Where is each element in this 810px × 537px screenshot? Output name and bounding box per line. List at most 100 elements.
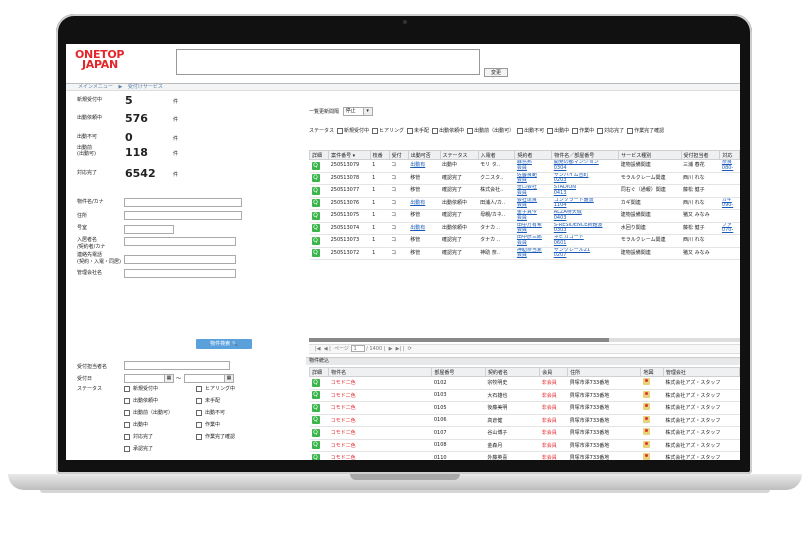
case-col-9[interactable]: サービス種別 (618, 150, 682, 160)
first-page-icon[interactable]: |◀ (315, 346, 321, 352)
status-checkbox-5[interactable]: 出動不可 (196, 409, 225, 416)
property-row[interactable]: Q コモド二色 0110 外藤英喜 非会員 貝塚市澤733番地 株式会社アズ・スタッフ (309, 451, 740, 460)
date-from-input[interactable]: ▦ (124, 374, 174, 383)
case-row[interactable]: Q 250513079 1 コ出動有 出動中 モリ タ.. 森島邦 会員 開発の都マンション 03… (309, 159, 740, 173)
property[interactable]: サンクレール21 0207 (551, 247, 619, 260)
status-checkbox-6[interactable]: 出動中 (124, 421, 148, 428)
last-page-icon[interactable]: ▶| (396, 346, 402, 352)
search-icon[interactable]: Q (311, 236, 320, 245)
search-input-3[interactable] (124, 237, 236, 246)
property[interactable]: コンソラート難波 1104 (551, 197, 619, 210)
status-checkbox-8[interactable]: 対応完了 (124, 433, 153, 440)
map-icon[interactable] (642, 428, 650, 436)
status-checkbox-0[interactable]: 新規受付中 (124, 385, 158, 392)
contractor[interactable]: 森島邦 会員 (514, 159, 552, 173)
case-row[interactable]: Q 250513076 1 コ出動有 出動依頼中 田浦人/カ.. 会社達良 会員 コンソラート難… (309, 197, 740, 210)
search-input-4[interactable] (124, 255, 236, 264)
property-row[interactable]: Q コモド二色 0102 宗牧明史 非会員 貝塚市澤733番地 株式会社アズ・スタッフ (309, 376, 740, 390)
map-icon[interactable] (642, 415, 650, 423)
case-col-7[interactable]: 契約者 (514, 150, 553, 160)
status-checkbox-7[interactable]: 作業中 (196, 421, 220, 428)
search-icon[interactable]: Q (311, 161, 320, 170)
property[interactable]: ALZA堺天城 0403 (551, 209, 619, 223)
case-col-6[interactable]: 入電者 (477, 150, 516, 160)
reception-input[interactable] (124, 361, 230, 370)
status-filter-9[interactable]: 作業完了確認 (627, 127, 664, 134)
search-icon[interactable]: Q (311, 174, 320, 183)
search-icon[interactable]: Q (311, 249, 320, 258)
case-row[interactable]: Q 250513072 1 コ移管 確認完了 神助 奈.. 神助奈当素 会員 サンクレール21 0… (309, 247, 740, 260)
property[interactable]: STADION 0413 (551, 184, 619, 198)
property-row[interactable]: Q コモド二色 0103 大石雄也 非会員 貝塚市澤733番地 株式会社アズ・スタッフ (309, 389, 740, 402)
status-checkbox-3[interactable]: 未手配 (196, 397, 220, 404)
case-col-0[interactable]: 詳細 (308, 150, 330, 160)
case-row[interactable]: Q 250513077 1 コ移管 確認完了 株式会社.. 笹口会社 会員 STADION 041… (309, 184, 740, 198)
search-icon[interactable]: Q (311, 416, 320, 425)
date-to-input[interactable]: ▦ (184, 374, 234, 383)
status-filter-7[interactable]: 作業中 (572, 127, 594, 134)
property[interactable]: サンハイム吉町 0203 (551, 172, 619, 185)
change-button[interactable]: 変更 (484, 68, 508, 77)
case-col-1[interactable]: 案件番号 ▾ (328, 150, 371, 160)
case-row[interactable]: Q 250513073 1 コ移管 確認完了 タナカ .. 田中彦三郎 会員 ネビカコート 060… (309, 234, 740, 248)
contractor[interactable]: 佐藤良範 会員 (514, 172, 552, 185)
dispatch[interactable]: 出動有 (408, 222, 441, 235)
property[interactable]: 開発の都マンション 0304 (551, 159, 619, 173)
case-row[interactable]: Q 250513074 1 コ出動有 出動依頼中 タナカ .. 田中万有希 会員 S-RESID… (309, 222, 740, 235)
status-filter-3[interactable]: 出動依頼中 (432, 127, 464, 134)
case-col-8[interactable]: 物件名／部屋番号 (551, 150, 620, 160)
case-col-4[interactable]: 出動可否 (407, 150, 441, 160)
search-icon[interactable]: Q (311, 391, 320, 400)
search-icon[interactable]: Q (311, 211, 320, 220)
property[interactable]: S-RESIDENCE新難波 0303 (551, 222, 619, 235)
search-icon[interactable]: Q (311, 453, 320, 460)
status-filter-8[interactable]: 対応完了 (597, 127, 624, 134)
calendar-icon[interactable]: ▦ (224, 375, 233, 382)
contractor[interactable]: 笹口会社 会員 (514, 184, 552, 198)
status-checkbox-4[interactable]: 出動前（出動可） (124, 409, 173, 416)
status-filter-1[interactable]: ヒアリング (372, 127, 404, 134)
map-icon[interactable] (642, 403, 650, 411)
status-filter-0[interactable]: 新規受付中 (337, 127, 369, 134)
status-filter-6[interactable]: 出動中 (547, 127, 569, 134)
refresh-icon[interactable]: ⟳ (408, 346, 412, 352)
status-filter-2[interactable]: 未手配 (407, 127, 429, 134)
case-col-11[interactable]: 対応 (719, 150, 740, 160)
map-icon[interactable] (642, 440, 650, 448)
search-icon[interactable]: Q (311, 403, 320, 412)
status-checkbox-10[interactable]: 承認完了 (124, 445, 153, 452)
status-checkbox-9[interactable]: 作業完了確認 (196, 433, 235, 440)
breadcrumb-main-menu[interactable]: メインメニュー (78, 84, 113, 90)
status-checkbox-1[interactable]: ヒアリング中 (196, 385, 235, 392)
status-checkbox-2[interactable]: 出動依頼中 (124, 397, 158, 404)
dispatch[interactable]: 出動有 (408, 197, 441, 210)
search-icon[interactable]: Q (311, 441, 320, 450)
case-col-5[interactable]: ステータス (439, 150, 479, 160)
case-col-3[interactable]: 受付 (388, 150, 409, 160)
search-input-5[interactable] (124, 269, 236, 278)
page-input[interactable]: 1 (350, 345, 365, 352)
property-row[interactable]: Q コモド二色 0106 高倉健 非会員 貝塚市澤733番地 株式会社アズ・スタッフ (309, 414, 740, 427)
map-icon[interactable] (642, 453, 650, 460)
property-row[interactable]: Q コモド二色 0107 谷山博子 非会員 貝塚市澤733番地 株式会社アズ・スタッフ (309, 426, 740, 440)
contractor[interactable]: 金子真今 会員 (514, 209, 552, 223)
status-filter-5[interactable]: 出動不可 (517, 127, 544, 134)
property[interactable]: ネビカコート 0601 (551, 234, 619, 248)
map-icon[interactable] (642, 390, 650, 398)
breadcrumb-service[interactable]: 受付けサービス (128, 84, 163, 90)
prev-page-icon[interactable]: ◀ (324, 346, 328, 352)
dispatch[interactable]: 出動有 (408, 159, 441, 173)
contractor[interactable]: 田中彦三郎 会員 (514, 234, 552, 248)
contractor[interactable]: 会社達良 会員 (514, 197, 552, 210)
search-icon[interactable]: Q (311, 378, 320, 387)
calendar-icon[interactable]: ▦ (164, 375, 173, 382)
case-col-2[interactable]: 枝番 (369, 150, 390, 160)
contractor[interactable]: 神助奈当素 会員 (514, 247, 552, 260)
case-row[interactable]: Q 250513075 1 コ移管 確認完了 母親/カネ.. 金子真今 会員 ALZA堺天城 04… (309, 209, 740, 223)
property-row[interactable]: Q コモド二色 0108 金森月 非会員 貝塚市澤733番地 株式会社アズ・スタッフ (309, 439, 740, 452)
search-icon[interactable]: Q (311, 428, 320, 437)
search-input-1[interactable] (124, 211, 242, 220)
contractor[interactable]: 田中万有希 会員 (514, 222, 552, 235)
search-icon[interactable]: Q (311, 199, 320, 208)
map-icon[interactable] (642, 378, 650, 386)
